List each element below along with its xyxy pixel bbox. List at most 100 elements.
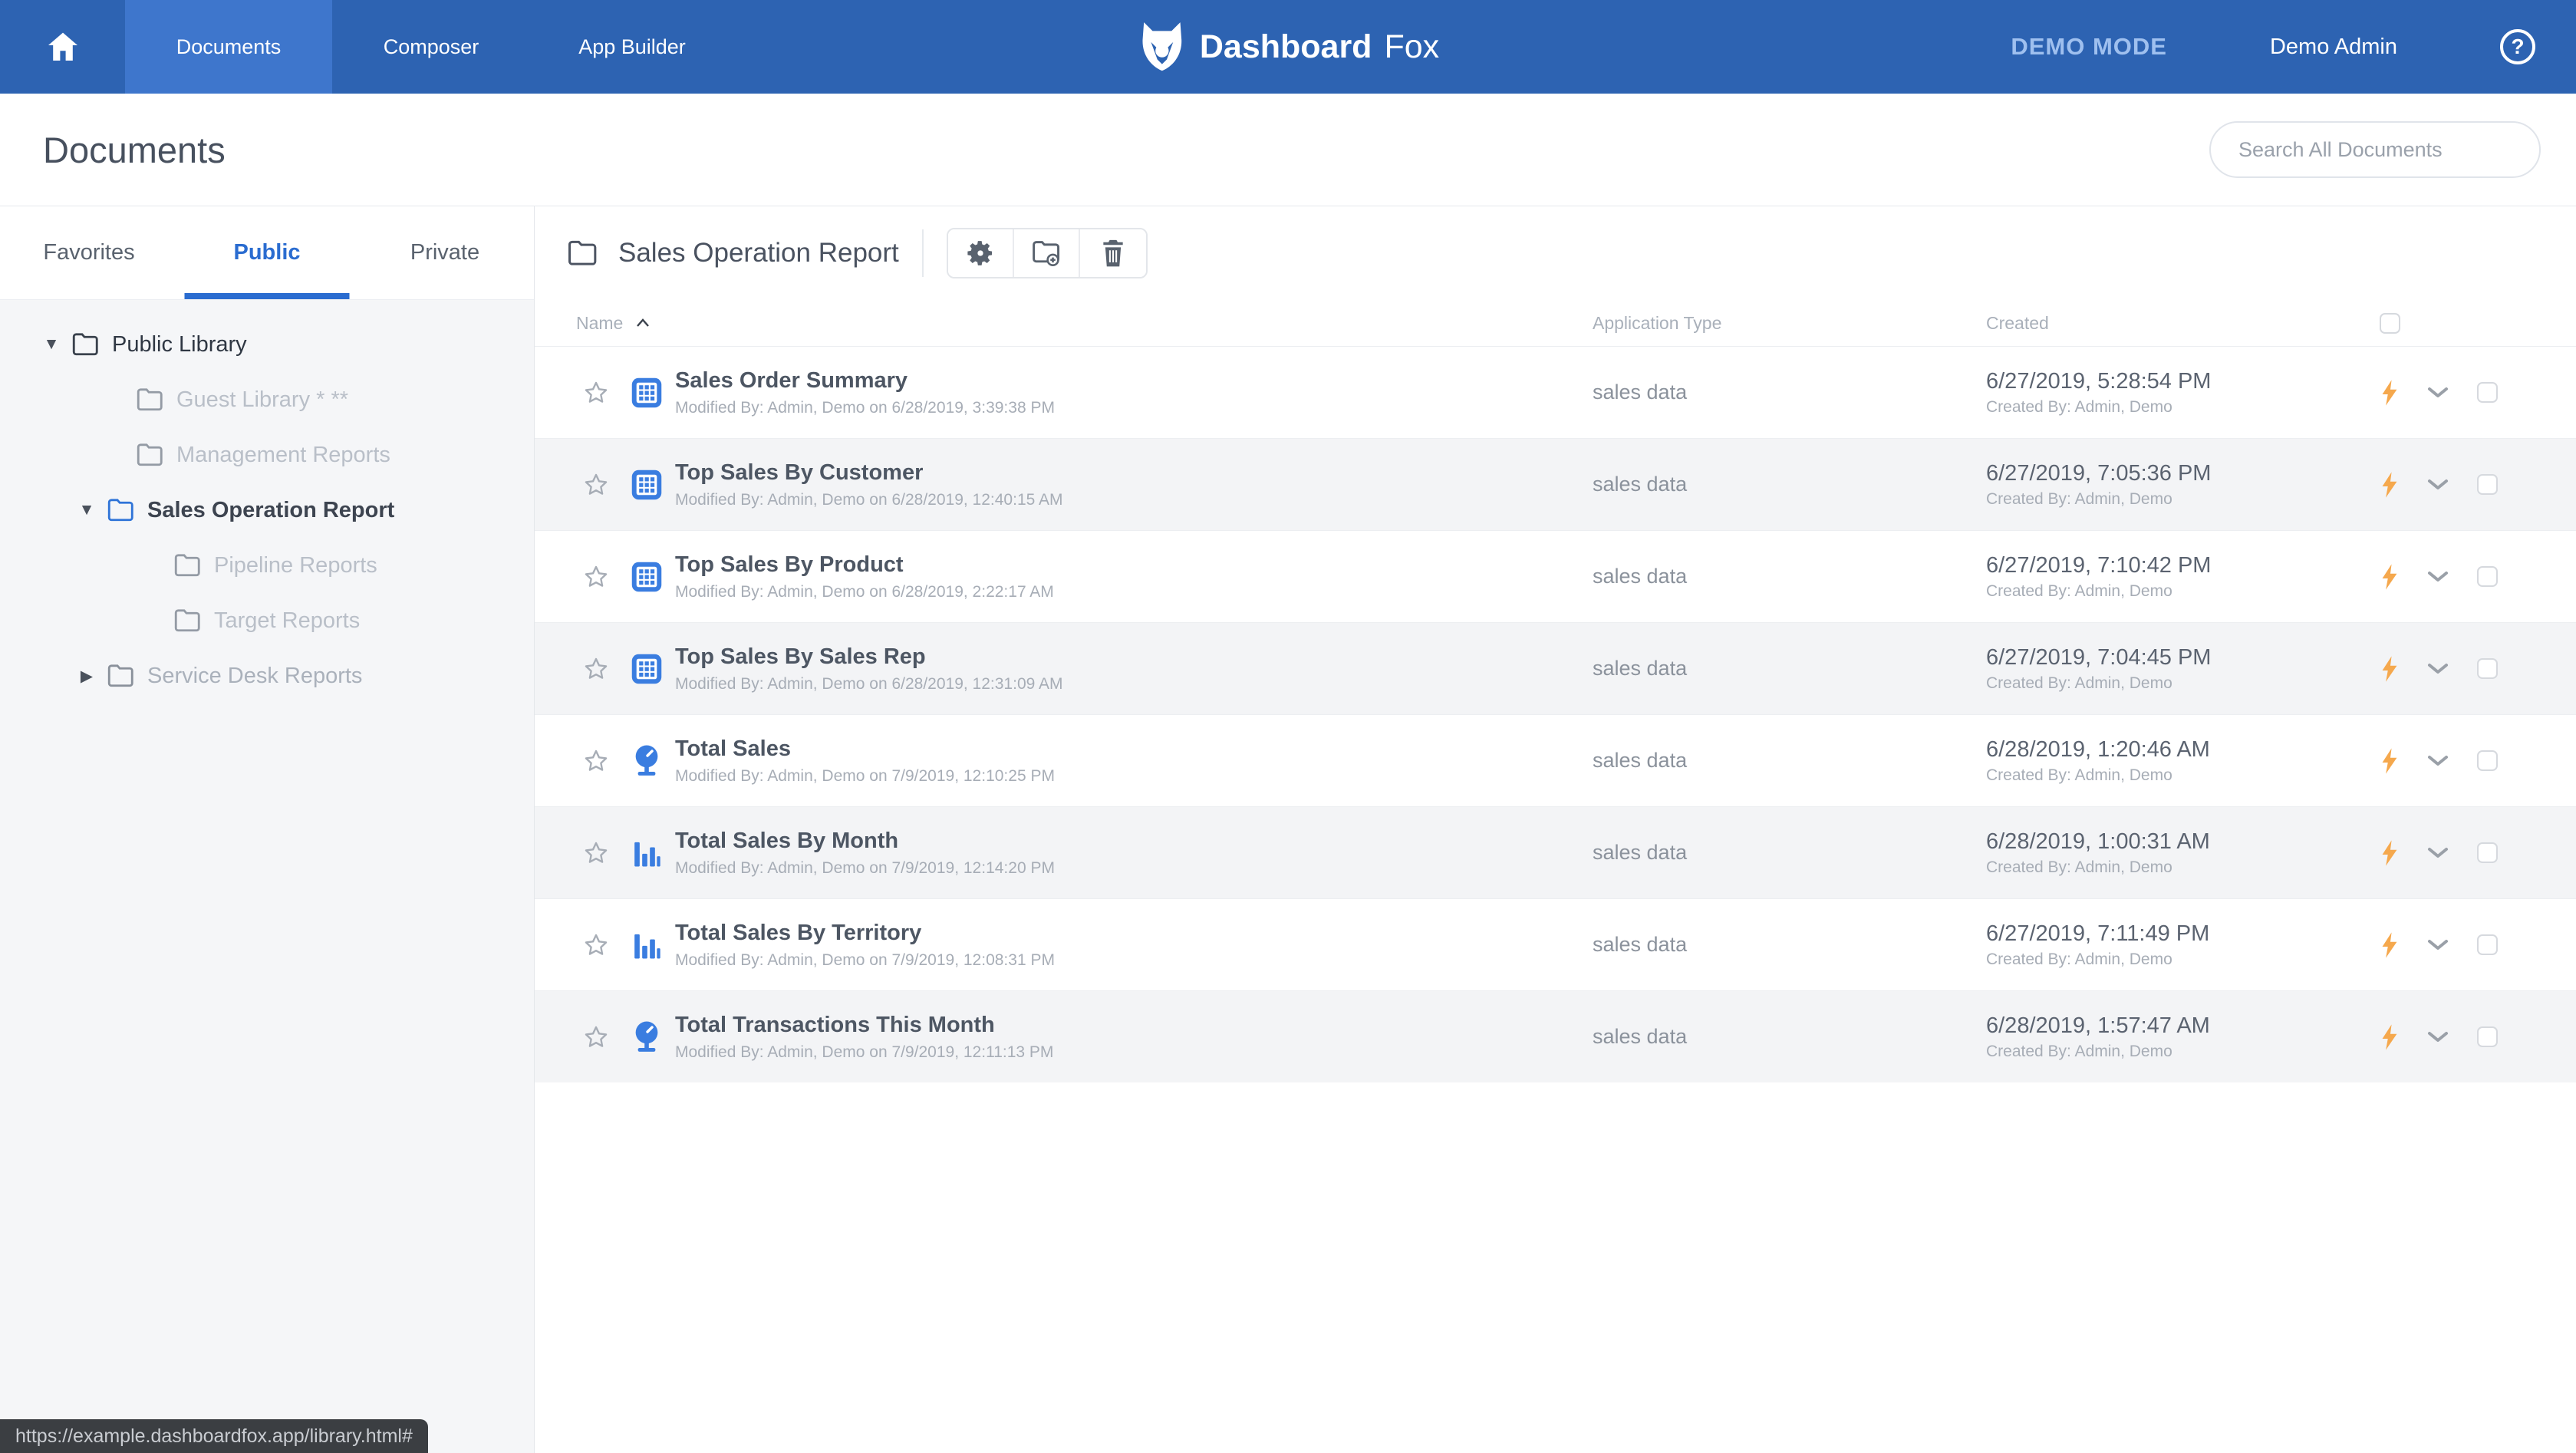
gauge-report-icon: [631, 1020, 663, 1055]
document-name-link[interactable]: Top Sales By Sales Rep: [675, 644, 1062, 670]
chevron-down-icon[interactable]: [2426, 661, 2449, 677]
home-button[interactable]: [0, 0, 125, 94]
sort-ascending-icon[interactable]: [634, 315, 652, 331]
live-data-bolt-icon[interactable]: [2380, 747, 2400, 775]
favorite-star-icon[interactable]: [583, 656, 609, 682]
chevron-down-icon[interactable]: [2426, 569, 2449, 585]
tree-item-service-desk-reports[interactable]: ▶ Service Desk Reports: [0, 648, 534, 703]
created-date: 6/27/2019, 7:04:45 PM: [1986, 645, 2380, 670]
document-modified-text: Modified By: Admin, Demo on 7/9/2019, 12…: [675, 767, 1055, 786]
live-data-bolt-icon[interactable]: [2380, 655, 2400, 683]
row-checkbox[interactable]: [2477, 934, 2498, 955]
tree-item-sales-operation-report[interactable]: ▼ Sales Operation Report: [0, 483, 534, 538]
demo-mode-badge: DEMO MODE: [2011, 33, 2167, 61]
chevron-down-icon[interactable]: [2426, 477, 2449, 493]
link-status-tooltip: https://example.dashboardfox.app/library…: [0, 1419, 428, 1453]
favorite-star-icon[interactable]: [583, 564, 609, 590]
search-input[interactable]: [2209, 121, 2541, 178]
tree-caret-icon[interactable]: ▼: [41, 335, 61, 354]
favorite-star-icon[interactable]: [583, 840, 609, 866]
favorite-star-icon[interactable]: [583, 472, 609, 498]
column-header-type[interactable]: Application Type: [1593, 313, 1986, 334]
toolbar-divider: [922, 229, 924, 277]
library-tab-public[interactable]: Public: [178, 206, 356, 299]
live-data-bolt-icon[interactable]: [2380, 563, 2400, 591]
row-checkbox[interactable]: [2477, 750, 2498, 771]
fox-icon: [1137, 20, 1188, 74]
created-date: 6/28/2019, 1:20:46 AM: [1986, 737, 2380, 763]
created-by: Created By: Admin, Demo: [1986, 398, 2380, 417]
tree-item-guest-library[interactable]: Guest Library * **: [0, 372, 534, 427]
table-row: Total Sales Modified By: Admin, Demo on …: [535, 714, 2576, 806]
tree-folder-icon: [107, 499, 135, 522]
live-data-bolt-icon[interactable]: [2380, 839, 2400, 867]
chevron-down-icon[interactable]: [2426, 1030, 2449, 1045]
document-list: Sales Order Summary Modified By: Admin, …: [535, 346, 2576, 1082]
created-date: 6/27/2019, 7:05:36 PM: [1986, 461, 2380, 486]
nav-tab-documents[interactable]: Documents: [125, 0, 332, 94]
library-tab-favorites[interactable]: Favorites: [0, 206, 178, 299]
tree-folder-icon: [174, 609, 202, 632]
tree-item-label: Public Library: [112, 332, 247, 357]
document-name-link[interactable]: Top Sales By Customer: [675, 460, 1062, 486]
live-data-bolt-icon[interactable]: [2380, 931, 2400, 959]
document-modified-text: Modified By: Admin, Demo on 6/28/2019, 3…: [675, 399, 1055, 417]
chevron-down-icon[interactable]: [2426, 385, 2449, 400]
created-by: Created By: Admin, Demo: [1986, 951, 2380, 969]
tree-item-pipeline-reports[interactable]: Pipeline Reports: [0, 538, 534, 593]
trash-icon[interactable]: [1080, 229, 1146, 277]
library-tab-private[interactable]: Private: [356, 206, 534, 299]
live-data-bolt-icon[interactable]: [2380, 471, 2400, 499]
document-name-link[interactable]: Sales Order Summary: [675, 368, 1055, 394]
tree-item-public-library[interactable]: ▼ Public Library: [0, 317, 534, 372]
tree-item-management-reports[interactable]: Management Reports: [0, 427, 534, 483]
tree-item-target-reports[interactable]: Target Reports: [0, 593, 534, 648]
chevron-down-icon[interactable]: [2426, 845, 2449, 861]
user-menu[interactable]: Demo Admin: [2270, 35, 2397, 60]
row-checkbox[interactable]: [2477, 474, 2498, 495]
row-checkbox[interactable]: [2477, 566, 2498, 587]
row-checkbox[interactable]: [2477, 842, 2498, 863]
row-checkbox[interactable]: [2477, 382, 2498, 403]
document-name-link[interactable]: Total Sales: [675, 736, 1055, 762]
tree-caret-icon[interactable]: ▼: [77, 501, 97, 519]
row-checkbox[interactable]: [2477, 658, 2498, 679]
live-data-bolt-icon[interactable]: [2380, 1023, 2400, 1051]
created-date: 6/27/2019, 7:10:42 PM: [1986, 553, 2380, 578]
tree-item-label: Guest Library * **: [176, 387, 348, 413]
document-modified-text: Modified By: Admin, Demo on 7/9/2019, 12…: [675, 951, 1055, 970]
application-type: sales data: [1593, 749, 1986, 773]
chevron-down-icon[interactable]: [2426, 753, 2449, 769]
tree-caret-icon[interactable]: ▶: [77, 667, 97, 686]
favorite-star-icon[interactable]: [583, 1024, 609, 1050]
navbar-right: DEMO MODE Demo Admin ?: [2011, 0, 2576, 94]
document-modified-text: Modified By: Admin, Demo on 6/28/2019, 1…: [675, 491, 1062, 509]
nav-tab-app-builder[interactable]: App Builder: [530, 0, 734, 94]
help-icon[interactable]: ?: [2500, 29, 2535, 64]
created-date: 6/28/2019, 1:57:47 AM: [1986, 1013, 2380, 1039]
library-tabs: FavoritesPublicPrivate: [0, 206, 534, 300]
live-data-bolt-icon[interactable]: [2380, 379, 2400, 407]
document-name-link[interactable]: Top Sales By Product: [675, 552, 1054, 578]
row-checkbox[interactable]: [2477, 1026, 2498, 1047]
new-folder-icon[interactable]: [1014, 229, 1080, 277]
favorite-star-icon[interactable]: [583, 932, 609, 958]
tree-item-label: Management Reports: [176, 443, 390, 468]
favorite-star-icon[interactable]: [583, 380, 609, 406]
nav-tab-composer[interactable]: Composer: [332, 0, 530, 94]
column-header-name[interactable]: Name: [576, 313, 623, 334]
column-header-created[interactable]: Created: [1986, 313, 2380, 334]
settings-gear-icon[interactable]: [948, 229, 1014, 277]
table-header: Name Application Type Created: [535, 300, 2576, 346]
chevron-down-icon[interactable]: [2426, 937, 2449, 953]
document-name-link[interactable]: Total Sales By Month: [675, 829, 1055, 854]
logo-text-bold: Dashboard: [1200, 28, 1372, 66]
application-type: sales data: [1593, 381, 1986, 404]
tree-item-label: Sales Operation Report: [147, 498, 394, 523]
select-all-checkbox[interactable]: [2380, 313, 2400, 334]
table-row: Sales Order Summary Modified By: Admin, …: [535, 346, 2576, 438]
tree-folder-icon: [107, 664, 135, 687]
favorite-star-icon[interactable]: [583, 748, 609, 774]
document-name-link[interactable]: Total Sales By Territory: [675, 921, 1055, 946]
document-name-link[interactable]: Total Transactions This Month: [675, 1013, 1053, 1038]
